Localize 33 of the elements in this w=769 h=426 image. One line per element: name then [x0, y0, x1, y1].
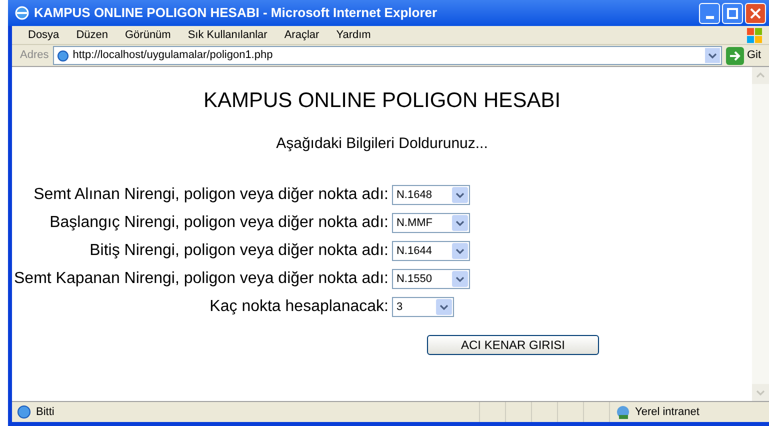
page-heading: KAMPUS ONLINE POLIGON HESABI: [203, 88, 561, 114]
minimize-icon: [706, 16, 714, 18]
window-title: KAMPUS ONLINE POLIGON HESABI - Microsoft Internet Explorer: [34, 4, 438, 22]
dropdown[interactable]: N.1550: [392, 269, 470, 289]
menu-item[interactable]: Yardım: [336, 26, 371, 44]
dropdown[interactable]: N.1644: [392, 241, 470, 261]
dropdown[interactable]: 3: [392, 297, 454, 317]
submit-button[interactable]: ACI KENAR GIRISI: [427, 335, 599, 355]
zone-text: Yerel intranet: [635, 404, 700, 420]
status-text: Bitti: [36, 404, 54, 420]
menu-item[interactable]: Sık Kullanılanlar: [188, 26, 268, 44]
page-subheading: Aşağıdaki Bilgileri Doldurunuz...: [276, 134, 488, 154]
dropdown[interactable]: N.MMF: [392, 213, 470, 233]
field-label: Kaç nokta hesaplanacak:: [208, 297, 388, 317]
menu-item[interactable]: Dosya: [28, 26, 60, 44]
field-label: Başlangıç Nirengi, poligon veya diğer nokta adı:: [48, 213, 388, 233]
field-label: Semt Kapanan Nirengi, poligon veya diğer nokta adı:: [14, 269, 388, 289]
close-icon: [750, 8, 761, 18]
menu-item[interactable]: Görünüm: [124, 26, 171, 44]
menu-item[interactable]: Düzen: [76, 26, 108, 44]
go-button[interactable]: Git: [726, 46, 765, 64]
flag-logo-icon: [745, 26, 765, 44]
menu-item[interactable]: Araçlar: [284, 26, 320, 44]
close-button[interactable]: [745, 2, 766, 24]
maximize-button[interactable]: [722, 2, 743, 24]
field-label: Bitiş Nirengi, poligon veya diğer nokta adı:: [88, 241, 388, 261]
minimize-button[interactable]: [699, 2, 720, 24]
dropdown[interactable]: N.1648: [392, 185, 470, 205]
address-label: Adres: [20, 48, 49, 64]
address-field[interactable]: http://localhost/uygulamalar/poligon1.php: [52, 46, 722, 65]
url-text: http://localhost/uygulamalar/poligon1.php: [72, 48, 273, 64]
maximize-icon: [727, 8, 738, 18]
field-label: Semt Alınan Nirengi, poligon veya diğer nokta adı:: [32, 185, 388, 205]
